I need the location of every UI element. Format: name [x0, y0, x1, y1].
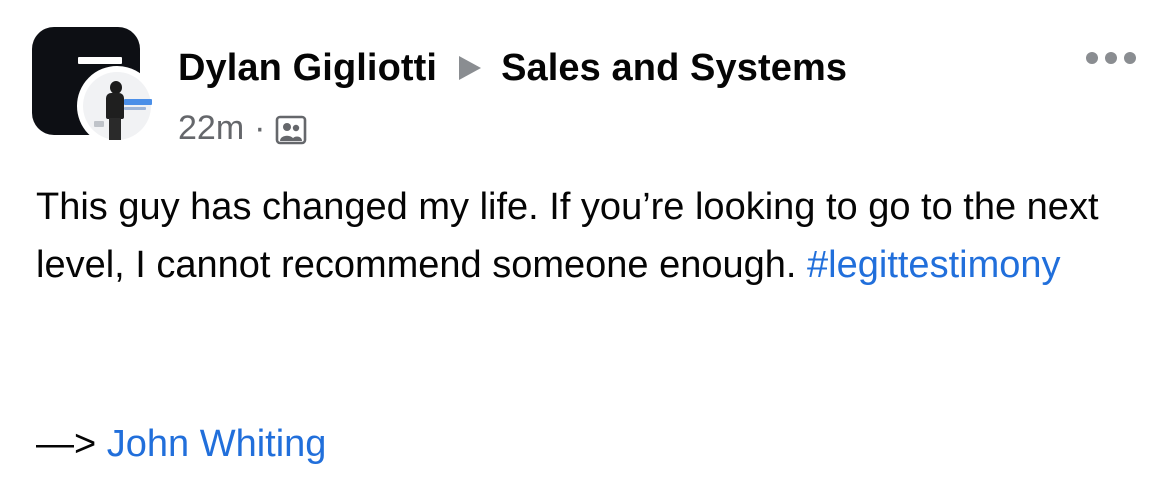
feed-post: Dylan Gigliotti Sales and Systems 22m · …: [0, 0, 1163, 495]
mention-link[interactable]: John Whiting: [107, 423, 327, 465]
author-avatar[interactable]: [77, 66, 157, 146]
author-name[interactable]: Dylan Gigliotti: [178, 47, 437, 90]
author-avatar-person-body: [106, 93, 124, 119]
group-name[interactable]: Sales and Systems: [501, 47, 847, 90]
ellipsis-dot: [1105, 52, 1117, 64]
author-avatar-screen-graphic: [124, 99, 152, 105]
author-avatar-phone-graphic: [94, 121, 104, 127]
group-avatar-banner-button: [78, 57, 122, 64]
post-timestamp[interactable]: 22m: [178, 109, 244, 148]
post-meta: 22m ·: [178, 106, 307, 150]
author-avatar-screen-graphic-secondary: [124, 107, 146, 110]
ellipsis-dot: [1086, 52, 1098, 64]
post-body: This guy has changed my life. If you’re …: [36, 178, 1136, 294]
hashtag-link[interactable]: #legittestimony: [807, 244, 1060, 286]
mention-prefix: —>: [36, 423, 97, 465]
group-photo-icon[interactable]: [275, 114, 307, 146]
ellipsis-dot: [1124, 52, 1136, 64]
post-header: Dylan Gigliotti Sales and Systems: [178, 40, 847, 96]
ellipsis-icon[interactable]: [1086, 50, 1136, 66]
meta-separator: ·: [254, 108, 266, 147]
mention-line: —> John Whiting: [36, 415, 326, 473]
author-avatar-person-legs: [109, 118, 121, 140]
triangle-right-icon: [459, 56, 482, 80]
